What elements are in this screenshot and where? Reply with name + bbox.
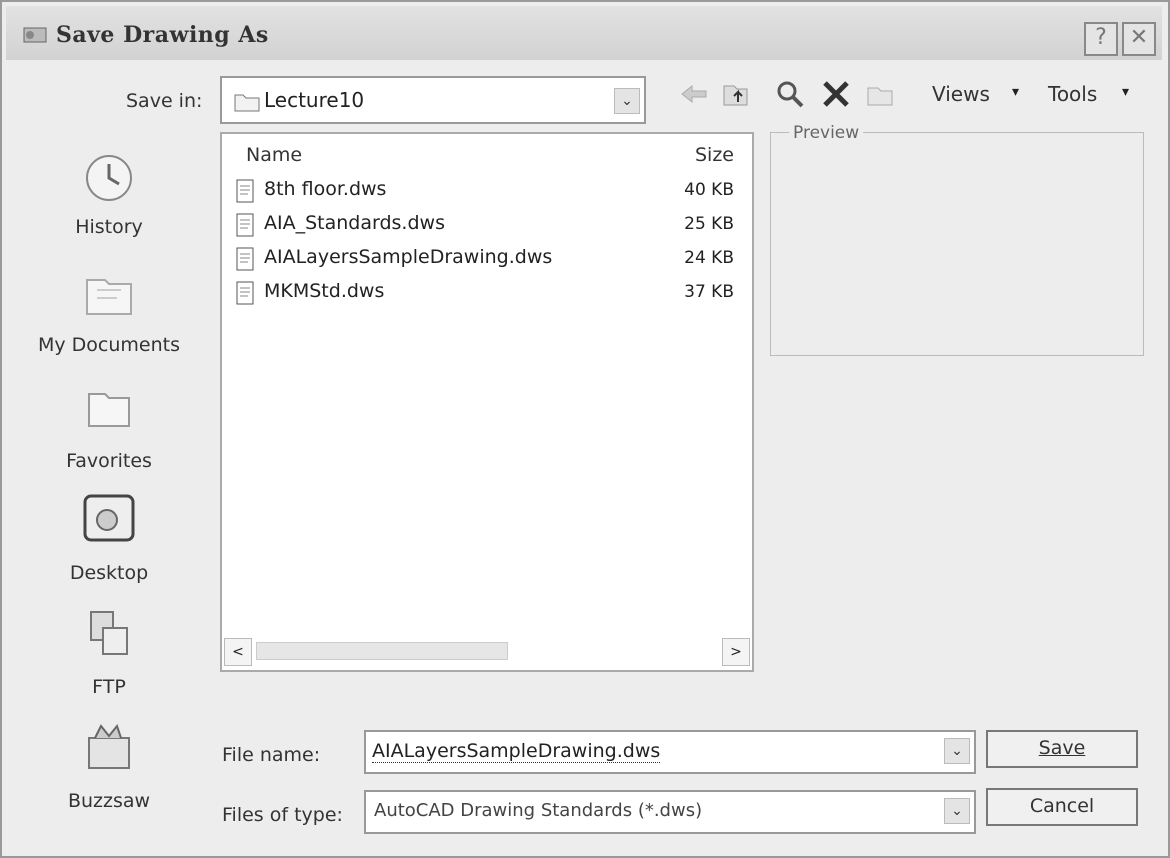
place-ftp[interactable]: FTP bbox=[16, 602, 202, 698]
scroll-right-button[interactable]: > bbox=[722, 638, 750, 666]
tools-menu[interactable]: Tools bbox=[1048, 82, 1097, 106]
file-size: 24 KB bbox=[684, 248, 734, 268]
preview-panel: Preview bbox=[770, 123, 1144, 356]
create-new-folder-icon[interactable] bbox=[864, 78, 896, 110]
views-dropdown-icon[interactable]: ▾ bbox=[1012, 84, 1019, 100]
save-button[interactable]: Save bbox=[986, 730, 1138, 768]
place-label-desktop: Desktop bbox=[69, 562, 149, 584]
places-bar: History My Documents Favorites Desktop F… bbox=[16, 132, 202, 832]
file-type-label: Files of type: bbox=[222, 804, 343, 826]
file-list[interactable]: Name Size 8th floor.dws 40 KB AIA_Standa… bbox=[220, 132, 754, 672]
place-buzzsaw[interactable]: Buzzsaw bbox=[16, 716, 202, 812]
tools-dropdown-icon[interactable]: ▾ bbox=[1122, 84, 1129, 100]
file-name-field[interactable]: AIALayersSampleDrawing.dws ⌄ bbox=[364, 730, 976, 774]
file-name: 8th floor.dws bbox=[264, 178, 387, 200]
desktop-icon bbox=[83, 494, 135, 542]
place-history[interactable]: History bbox=[16, 142, 202, 238]
file-name-value: AIALayersSampleDrawing.dws bbox=[372, 740, 661, 763]
help-button[interactable]: ? bbox=[1084, 22, 1118, 56]
place-label-history: History bbox=[75, 216, 143, 238]
dws-file-icon bbox=[236, 247, 254, 271]
preview-label: Preview bbox=[789, 123, 864, 143]
file-row[interactable]: MKMStd.dws 37 KB bbox=[230, 278, 750, 310]
close-button[interactable]: ✕ bbox=[1122, 22, 1156, 56]
autocad-app-icon bbox=[23, 27, 47, 43]
column-header-size[interactable]: Size bbox=[695, 144, 734, 166]
place-label-my-documents: My Documents bbox=[37, 334, 180, 356]
cancel-button[interactable]: Cancel bbox=[986, 788, 1138, 826]
up-one-level-icon[interactable] bbox=[720, 78, 752, 110]
place-favorites[interactable]: Favorites bbox=[16, 376, 202, 472]
dialog-title: Save Drawing As bbox=[56, 22, 269, 48]
place-label-buzzsaw: Buzzsaw bbox=[67, 790, 151, 812]
file-row[interactable]: 8th floor.dws 40 KB bbox=[230, 176, 750, 208]
chevron-down-icon[interactable]: ⌄ bbox=[944, 738, 970, 764]
file-size: 25 KB bbox=[684, 214, 734, 234]
file-size: 37 KB bbox=[684, 282, 734, 302]
place-desktop[interactable]: Desktop bbox=[16, 488, 202, 584]
place-label-ftp: FTP bbox=[92, 676, 126, 698]
save-in-value: Lecture10 bbox=[264, 88, 365, 112]
folder-icon bbox=[234, 94, 260, 112]
chevron-down-icon[interactable]: ⌄ bbox=[944, 798, 970, 824]
save-in-label: Save in: bbox=[126, 90, 203, 112]
file-name: AIA_Standards.dws bbox=[264, 212, 445, 234]
scroll-thumb[interactable] bbox=[256, 642, 508, 660]
dws-file-icon bbox=[236, 281, 254, 305]
place-label-favorites: Favorites bbox=[66, 450, 152, 472]
file-name-label: File name: bbox=[222, 744, 321, 766]
scroll-left-button[interactable]: < bbox=[224, 638, 252, 666]
delete-icon[interactable] bbox=[820, 78, 852, 110]
my-documents-icon bbox=[86, 279, 132, 315]
file-type-select[interactable]: AutoCAD Drawing Standards (*.dws) ⌄ bbox=[364, 790, 976, 834]
file-name: MKMStd.dws bbox=[264, 280, 385, 302]
file-type-value: AutoCAD Drawing Standards (*.dws) bbox=[374, 800, 703, 821]
file-row[interactable]: AIA_Standards.dws 25 KB bbox=[230, 210, 750, 242]
dws-file-icon bbox=[236, 179, 254, 203]
place-my-documents[interactable]: My Documents bbox=[16, 260, 202, 356]
buzzsaw-icon bbox=[88, 723, 130, 769]
chevron-down-icon[interactable]: ⌄ bbox=[614, 88, 640, 114]
save-drawing-as-dialog: Save Drawing As ? ✕ Save in: Lecture10 ⌄… bbox=[0, 0, 1170, 858]
file-size: 40 KB bbox=[684, 180, 734, 200]
favorites-icon bbox=[88, 393, 130, 427]
file-name: AIALayersSampleDrawing.dws bbox=[264, 246, 553, 268]
horizontal-scrollbar[interactable]: < > bbox=[224, 638, 750, 666]
save-in-combo[interactable]: Lecture10 ⌄ bbox=[220, 76, 646, 124]
file-row[interactable]: AIALayersSampleDrawing.dws 24 KB bbox=[230, 244, 750, 276]
back-icon[interactable] bbox=[678, 78, 710, 110]
search-web-icon[interactable] bbox=[774, 78, 806, 110]
column-header-name[interactable]: Name bbox=[246, 144, 302, 166]
dws-file-icon bbox=[236, 213, 254, 237]
views-menu[interactable]: Views bbox=[932, 82, 990, 106]
ftp-icon bbox=[90, 611, 128, 655]
title-bar: Save Drawing As ? ✕ bbox=[6, 6, 1162, 60]
history-icon bbox=[86, 155, 132, 201]
